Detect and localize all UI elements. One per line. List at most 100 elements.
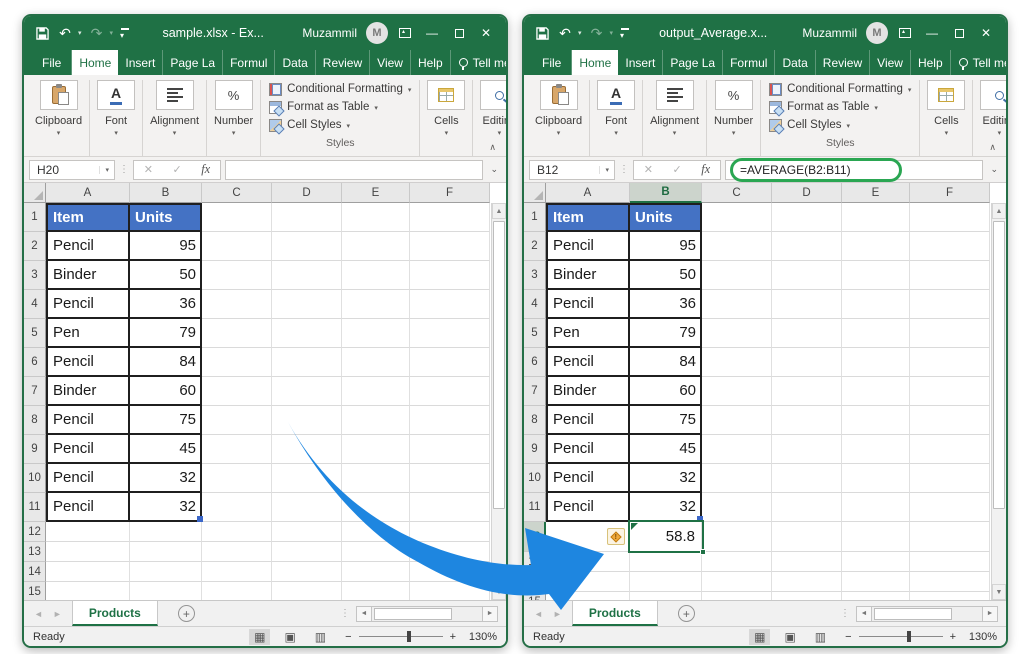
cell-D3[interactable]	[272, 261, 342, 290]
menu-tab-review[interactable]: Review	[816, 50, 870, 75]
cell-E14[interactable]	[342, 562, 410, 582]
scroll-down-button[interactable]: ▼	[992, 584, 1006, 600]
menu-tab-review[interactable]: Review	[316, 50, 370, 75]
clipboard-group[interactable]: Clipboard ▾	[528, 80, 590, 156]
minimize-button[interactable]: —	[422, 24, 442, 42]
zoom-in-button[interactable]: +	[950, 631, 956, 643]
cell-C13[interactable]	[202, 542, 272, 562]
menu-tab-formul[interactable]: Formul	[723, 50, 775, 75]
font-group[interactable]: A Font ▾	[590, 80, 643, 156]
cell-E9[interactable]	[342, 435, 410, 464]
row-header-2[interactable]: 2	[24, 232, 46, 261]
row-header-15[interactable]: 15	[524, 592, 546, 600]
row-header-11[interactable]: 11	[524, 493, 546, 522]
row-header-8[interactable]: 8	[24, 406, 46, 435]
alignment-caret-icon[interactable]: ▾	[173, 129, 177, 137]
cell-C15[interactable]	[202, 582, 272, 600]
cell-C3[interactable]	[702, 261, 772, 290]
cell-B6[interactable]: 84	[630, 348, 702, 377]
cell-C13[interactable]	[702, 552, 772, 572]
cell-C12[interactable]	[202, 522, 272, 542]
cell-A7[interactable]: Binder	[46, 377, 130, 406]
worksheet-grid[interactable]: ABCDEF1ItemUnits2Pencil953Binder504Penci…	[24, 183, 506, 600]
cell-C1[interactable]	[202, 203, 272, 232]
cell-F8[interactable]	[910, 406, 990, 435]
column-header-C[interactable]: C	[702, 183, 772, 203]
number-caret-icon[interactable]: ▾	[732, 129, 736, 137]
cell-D3[interactable]	[772, 261, 842, 290]
cell-E6[interactable]	[842, 348, 910, 377]
cell-B8[interactable]: 75	[130, 406, 202, 435]
tab-scroll-splitter[interactable]: ⋮	[334, 608, 356, 619]
cell-B14[interactable]	[630, 572, 702, 592]
name-box-caret-icon[interactable]: ▾	[99, 166, 114, 174]
next-sheet-button[interactable]: ►	[553, 609, 562, 619]
cell-C7[interactable]	[202, 377, 272, 406]
cell-B1[interactable]: Units	[130, 203, 202, 232]
row-header-9[interactable]: 9	[24, 435, 46, 464]
formula-input[interactable]	[225, 160, 483, 180]
vertical-scrollbar[interactable]: ▲▼	[991, 203, 1006, 600]
row-header-13[interactable]: 13	[524, 552, 546, 572]
cell-A10[interactable]: Pencil	[546, 464, 630, 493]
cell-F13[interactable]	[410, 542, 490, 562]
cell-A15[interactable]	[546, 592, 630, 600]
avatar[interactable]: M	[866, 22, 888, 44]
cell-D2[interactable]	[272, 232, 342, 261]
select-all-corner[interactable]	[24, 183, 46, 203]
cell-C2[interactable]	[202, 232, 272, 261]
cell-B5[interactable]: 79	[630, 319, 702, 348]
cell-E14[interactable]	[842, 572, 910, 592]
cell-B1[interactable]: Units	[630, 203, 702, 232]
menu-tab-data[interactable]: Data	[775, 50, 815, 75]
cell-E5[interactable]	[342, 319, 410, 348]
editing-caret-icon[interactable]: ▾	[498, 129, 502, 137]
cell-D14[interactable]	[272, 562, 342, 582]
row-header-11[interactable]: 11	[24, 493, 46, 522]
cell-B3[interactable]: 50	[130, 261, 202, 290]
cell-E7[interactable]	[342, 377, 410, 406]
cell-B3[interactable]: 50	[630, 261, 702, 290]
cell-E4[interactable]	[342, 290, 410, 319]
cell-C5[interactable]	[702, 319, 772, 348]
cell-F11[interactable]	[910, 493, 990, 522]
cell-D5[interactable]	[272, 319, 342, 348]
cell-B5[interactable]: 79	[130, 319, 202, 348]
cell-B13[interactable]	[130, 542, 202, 562]
zoom-level[interactable]: 130%	[463, 631, 497, 643]
row-header-5[interactable]: 5	[24, 319, 46, 348]
cell-D6[interactable]	[272, 348, 342, 377]
cell-D1[interactable]	[272, 203, 342, 232]
cell-C15[interactable]	[702, 592, 772, 600]
cell-A6[interactable]: Pencil	[546, 348, 630, 377]
cell-D10[interactable]	[272, 464, 342, 493]
cell-A9[interactable]: Pencil	[46, 435, 130, 464]
cell-D6[interactable]	[772, 348, 842, 377]
next-sheet-button[interactable]: ►	[53, 609, 62, 619]
editing-caret-icon[interactable]: ▾	[998, 129, 1002, 137]
cell-A14[interactable]	[546, 572, 630, 592]
format-as-table-button[interactable]: Format as Table ▾	[269, 98, 411, 116]
maximize-button[interactable]	[449, 24, 469, 42]
name-box[interactable]: H20 ▾	[29, 160, 115, 180]
enter-icon[interactable]: ✓	[172, 163, 181, 176]
worksheet-grid[interactable]: ABCDEF1ItemUnits2Pencil953Binder504Penci…	[524, 183, 1006, 600]
cell-F3[interactable]	[410, 261, 490, 290]
undo-button[interactable]: ↶	[557, 25, 573, 41]
cells-group[interactable]: Cells ▾	[420, 80, 473, 156]
cell-B4[interactable]: 36	[130, 290, 202, 319]
cell-E11[interactable]	[342, 493, 410, 522]
zoom-out-button[interactable]: −	[345, 631, 351, 643]
account-name[interactable]: Muzammil	[302, 26, 357, 40]
save-icon[interactable]	[34, 25, 50, 41]
menu-tab-help[interactable]: Help	[911, 50, 951, 75]
scroll-right-button[interactable]: ►	[482, 606, 498, 622]
formula-input[interactable]: =AVERAGE(B2:B11)	[725, 160, 983, 180]
cell-C7[interactable]	[702, 377, 772, 406]
zoom-slider-handle[interactable]	[407, 631, 411, 642]
cell-B9[interactable]: 45	[130, 435, 202, 464]
alignment-group[interactable]: Alignment ▾	[143, 80, 207, 156]
cell-E4[interactable]	[842, 290, 910, 319]
close-button[interactable]: ✕	[976, 24, 996, 42]
cell-C4[interactable]	[702, 290, 772, 319]
